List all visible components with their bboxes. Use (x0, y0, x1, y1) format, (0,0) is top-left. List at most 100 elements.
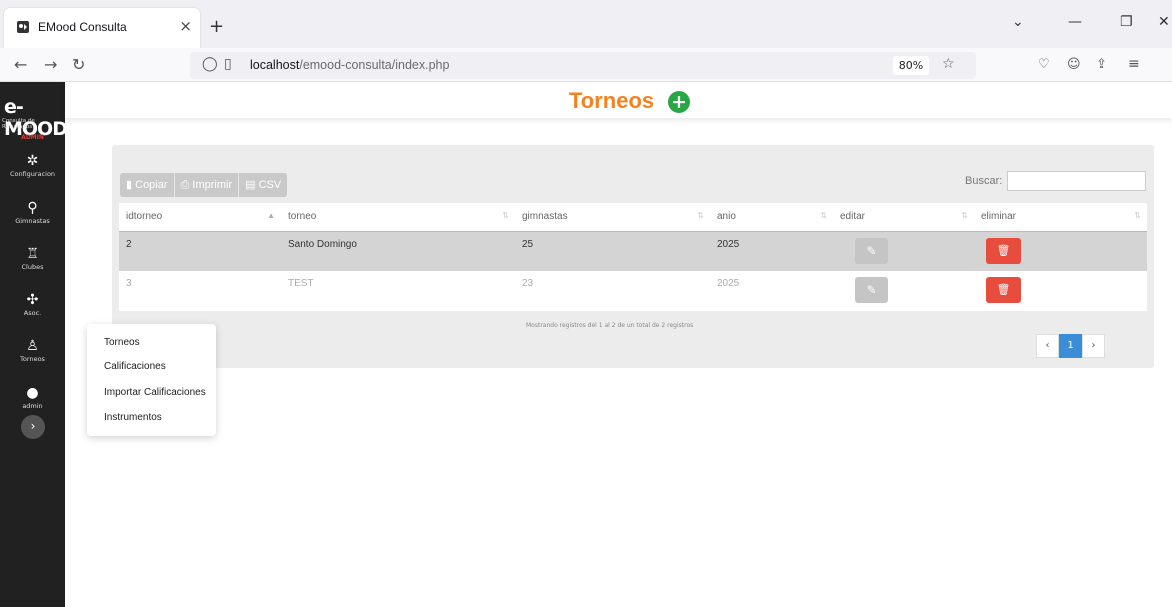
search-input[interactable] (1007, 171, 1146, 191)
print-button[interactable]: ⎙ Imprimir (174, 173, 240, 197)
extensions-icon[interactable]: ⇪ (1096, 57, 1107, 72)
sidebar-item-torneos[interactable]: ♙ Torneos (0, 337, 65, 363)
sort-asc-icon: ▲ (267, 211, 275, 220)
page-icon: ▯ (224, 56, 232, 72)
cell-editar: ✎ (833, 231, 974, 271)
column-header-eliminar[interactable]: eliminar ⇅ (974, 203, 1147, 232)
cell-gimnastas: 25 (515, 231, 710, 271)
column-header-editar[interactable]: editar ⇅ (833, 203, 974, 232)
pocket-icon[interactable]: ♡ (1038, 57, 1050, 72)
column-header-anio[interactable]: anio ⇅ (710, 203, 833, 232)
sidebar-item-label: Gimnastas (15, 217, 50, 225)
page-button[interactable]: 1 (1059, 334, 1082, 358)
sidebar-item-label: admin (22, 402, 43, 410)
tournament-icon: ♙ (26, 338, 39, 354)
forward-icon[interactable]: → (44, 55, 57, 74)
column-header-gimnastas[interactable]: gimnastas ⇅ (515, 203, 710, 232)
search-label: Buscar: (965, 175, 1003, 187)
back-icon[interactable]: ← (14, 55, 27, 74)
delete-button[interactable]: 🗑 (986, 277, 1021, 303)
favicon-icon (17, 21, 29, 33)
expand-sidebar-button[interactable]: › (21, 415, 45, 439)
browser-tab-bar: EMood Consulta × + ⌄ — ❐ ✕ (0, 0, 1172, 48)
bookmark-star-icon[interactable]: ☆ (942, 56, 955, 72)
tab-title: EMood Consulta (38, 20, 127, 34)
csv-file-icon: ▤ (245, 179, 256, 191)
edit-button[interactable]: ✎ (855, 237, 888, 264)
account-icon[interactable]: ☺ (1067, 57, 1081, 72)
role-badge: ADMIN (21, 134, 44, 141)
table-info: Mostrando registros del 1 al 2 de un tot… (526, 322, 694, 329)
sidebar-item-label: Torneos (20, 355, 45, 363)
printer-icon: ⎙ (180, 179, 190, 191)
association-icon: ✣ (26, 292, 39, 308)
trash-icon: 🗑 (996, 244, 1011, 257)
zoom-level[interactable]: 80% (893, 56, 929, 75)
sidebar-item-clubes[interactable]: ♖ Clubes (0, 245, 65, 271)
table-row: 3 TEST 23 2025 ✎ 🗑 (119, 271, 1147, 311)
copy-button[interactable]: ▮ Copiar (120, 173, 175, 197)
sidebar-item-asoc[interactable]: ✣ Asoc. (0, 291, 65, 317)
clubs-icon: ♖ (26, 246, 39, 262)
column-header-idtorneo[interactable]: idtorneo ▲ (119, 203, 281, 232)
sidebar-item-label: Clubes (21, 263, 44, 271)
cell-editar: ✎ (833, 271, 974, 311)
previous-page-button[interactable]: ‹ (1036, 334, 1059, 358)
menu-item-importar-calificaciones[interactable]: Importar Calificaciones (104, 387, 206, 398)
delete-button[interactable]: 🗑 (986, 237, 1021, 264)
minimize-icon[interactable]: — (1068, 14, 1082, 30)
next-page-button[interactable]: › (1082, 334, 1105, 358)
torneos-submenu: Torneos Calificaciones Importar Califica… (87, 324, 216, 436)
table-row: 2 Santo Domingo 25 2025 ✎ 🗑 (119, 231, 1147, 271)
app-sidebar: e-MOOD Consulta de Resultados ADMIN ✲ Co… (0, 82, 68, 607)
user-icon: ● (26, 385, 39, 401)
new-tab-icon[interactable]: + (209, 16, 224, 37)
logo-subtitle: Consulta de Resultados (2, 118, 35, 130)
cell-torneo: TEST (281, 271, 515, 311)
chevron-right-icon: › (30, 419, 36, 433)
tab-list-chevron-icon[interactable]: ⌄ (1012, 14, 1024, 30)
export-button-group: ▮ Copiar ⎙ Imprimir ▤ CSV (120, 173, 288, 197)
column-header-torneo[interactable]: torneo ⇅ (281, 203, 515, 232)
browser-tab[interactable]: EMood Consulta × (4, 8, 200, 48)
chevron-right-icon: › (1091, 340, 1096, 351)
page-title: Torneos (569, 88, 655, 113)
page-header: Torneos + (65, 82, 1172, 118)
sort-icon: ⇅ (1134, 211, 1141, 220)
cell-eliminar: 🗑 (974, 271, 1147, 311)
url-bar[interactable]: ◯ ▯ localhost/emood-consulta/index.php 8… (190, 52, 976, 79)
close-window-icon[interactable]: ✕ (1158, 14, 1170, 30)
browser-nav-bar: ← → ↻ ◯ ▯ localhost/emood-consulta/index… (0, 48, 1172, 82)
sort-icon: ⇅ (697, 211, 704, 220)
menu-item-calificaciones[interactable]: Calificaciones (104, 361, 166, 372)
reload-icon[interactable]: ↻ (72, 55, 85, 74)
torneos-table: idtorneo ▲ torneo ⇅ gimnastas ⇅ anio ⇅ edita… (119, 203, 1147, 311)
gear-icon: ✲ (26, 153, 39, 169)
sort-icon: ⇅ (820, 211, 827, 220)
shield-icon[interactable]: ◯ (202, 56, 218, 72)
edit-button[interactable]: ✎ (855, 277, 888, 303)
sidebar-item-label: Configuracion (9, 170, 56, 178)
sidebar-item-configuracion[interactable]: ✲ Configuracion (0, 152, 65, 178)
pagination: ‹ 1 › (1036, 334, 1105, 358)
sidebar-item-admin[interactable]: ● admin (0, 384, 65, 410)
cell-idtorneo: 3 (119, 271, 281, 311)
add-torneo-icon[interactable]: + (668, 91, 690, 113)
menu-item-torneos[interactable]: Torneos (104, 337, 140, 348)
sidebar-item-gimnastas[interactable]: ⚲ Gimnastas (0, 199, 65, 225)
url-text[interactable]: localhost/emood-consulta/index.php (250, 58, 449, 72)
restore-icon[interactable]: ❐ (1120, 14, 1133, 30)
menu-icon[interactable]: ≡ (1128, 56, 1140, 72)
copy-icon: ▮ (126, 179, 133, 191)
torneos-table-card: ▮ Copiar ⎙ Imprimir ▤ CSV Buscar: idtorn… (112, 145, 1154, 368)
cell-torneo: Santo Domingo (281, 231, 515, 271)
chevron-left-icon: ‹ (1045, 340, 1050, 351)
cell-eliminar: 🗑 (974, 231, 1147, 271)
edit-icon: ✎ (866, 283, 877, 297)
tab-close-icon[interactable]: × (179, 17, 192, 35)
menu-item-instrumentos[interactable]: Instrumentos (104, 412, 162, 423)
csv-button[interactable]: ▤ CSV (239, 173, 288, 197)
sort-icon: ⇅ (961, 211, 968, 220)
cell-anio: 2025 (710, 271, 833, 311)
gymnast-icon: ⚲ (27, 200, 38, 216)
